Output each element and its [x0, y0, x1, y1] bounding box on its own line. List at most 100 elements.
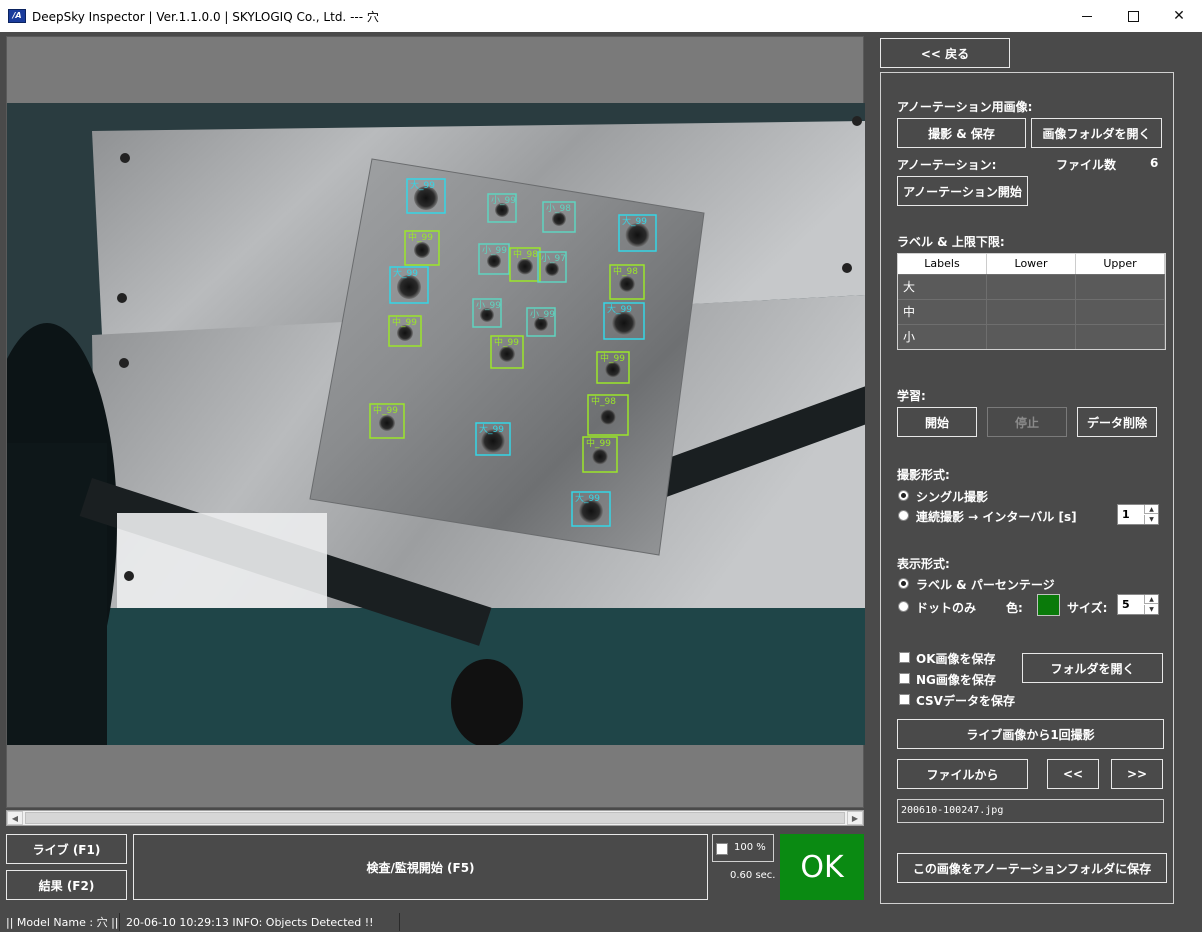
hole-mark [414, 242, 430, 258]
hole-mark [545, 262, 559, 276]
table-cell-lower[interactable] [987, 325, 1076, 349]
detection-label: 中_98 [513, 248, 538, 260]
learning-heading: 学習: [897, 389, 926, 403]
table-row[interactable]: 中 [898, 299, 1165, 324]
capture-save-button[interactable]: 撮影 & 保存 [897, 118, 1026, 148]
detection-label: 小_99 [530, 309, 555, 320]
table-row[interactable]: 小 [898, 324, 1165, 349]
label-percentage-radio[interactable] [898, 578, 909, 589]
hole-mark [600, 409, 616, 425]
interval-value: 1 [1122, 508, 1130, 521]
detection-label: 大_99 [607, 303, 632, 315]
table-cell-upper[interactable] [1076, 300, 1165, 324]
window-title: DeepSky Inspector | Ver.1.1.0.0 | SKYLOG… [32, 9, 379, 24]
inspection-time: 0.60 sec. [730, 870, 776, 881]
minimize-icon[interactable] [1064, 0, 1110, 32]
save-ng-label: NG画像を保存 [916, 673, 996, 687]
back-button[interactable]: << 戻る [880, 38, 1010, 68]
table-header: Labels Lower Upper [898, 254, 1165, 274]
table-cell-label: 小 [898, 325, 987, 349]
next-file-button[interactable]: >> [1111, 759, 1163, 789]
table-cell-upper[interactable] [1076, 275, 1165, 299]
dot-color-swatch[interactable] [1037, 594, 1060, 616]
annotation-image-heading: アノーテーション用画像: [897, 100, 1033, 114]
previous-file-button[interactable]: << [1047, 759, 1099, 789]
detection-label: 中_99 [600, 352, 625, 364]
delete-data-button[interactable]: データ削除 [1077, 407, 1157, 437]
open-folder-button[interactable]: フォルダを開く [1022, 653, 1163, 683]
continuous-capture-label: 連続撮影 → インターバル [s] [916, 510, 1077, 524]
detection-label: 大_99 [575, 492, 600, 504]
capture-mode-heading: 撮影形式: [897, 468, 950, 482]
size-value: 5 [1122, 598, 1130, 611]
scroll-left-icon[interactable]: ◀ [7, 811, 23, 825]
labels-table[interactable]: Labels Lower Upper 大 中 小 [897, 253, 1166, 350]
table-row[interactable]: 大 [898, 274, 1165, 299]
file-count-value: 6 [1150, 156, 1159, 170]
result-button[interactable]: 結果 (F2) [6, 870, 127, 900]
hole-mark [552, 212, 566, 226]
hole-mark [619, 276, 635, 292]
annotation-start-button[interactable]: アノーテーション開始 [897, 176, 1028, 206]
single-capture-label: シングル撮影 [916, 490, 989, 504]
display-mode-heading: 表示形式: [897, 557, 950, 571]
live-button[interactable]: ライブ (F1) [6, 834, 127, 864]
hole-mark [487, 254, 501, 268]
status-message: 20-06-10 10:29:13 INFO: Objects Detected… [120, 913, 400, 931]
table-cell-lower[interactable] [987, 300, 1076, 324]
color-label: 色: [1006, 601, 1023, 615]
stepper-down-icon[interactable]: ▼ [1144, 515, 1158, 524]
table-cell-upper[interactable] [1076, 325, 1165, 349]
detection-label: 中_99 [373, 404, 398, 416]
annotation-heading: アノーテーション: [897, 158, 997, 172]
continuous-capture-radio[interactable] [898, 510, 909, 521]
detection-label: 中_99 [392, 316, 417, 328]
save-ok-label: OK画像を保存 [916, 652, 996, 666]
detection-label: 大_99 [622, 215, 647, 227]
detection-label: 大_99 [479, 423, 504, 435]
save-ok-checkbox[interactable] [899, 652, 910, 663]
file-name-field[interactable]: 200610-100247.jpg [897, 799, 1164, 823]
size-stepper[interactable]: 5 ▲ ▼ [1117, 594, 1159, 615]
detection-label: 小_99 [482, 245, 507, 256]
maximize-icon[interactable] [1110, 0, 1156, 32]
detection-label: 中_99 [586, 437, 611, 449]
detection-label: 中_99 [494, 336, 519, 348]
capture-once-button[interactable]: ライブ画像から1回撮影 [897, 719, 1164, 749]
horizontal-scrollbar[interactable]: ◀ ▶ [6, 810, 864, 826]
save-ng-checkbox[interactable] [899, 673, 910, 684]
close-icon[interactable]: ✕ [1156, 0, 1202, 32]
save-to-annotation-button[interactable]: この画像をアノーテーションフォルダに保存 [897, 853, 1167, 883]
file-count-label: ファイル数 [1056, 158, 1117, 172]
stepper-up-icon[interactable]: ▲ [1144, 505, 1158, 514]
col-upper: Upper [1076, 254, 1165, 274]
open-image-folder-button[interactable]: 画像フォルダを開く [1031, 118, 1162, 148]
col-lower: Lower [987, 254, 1076, 274]
stepper-down-icon[interactable]: ▼ [1144, 605, 1158, 614]
image-viewer[interactable]: 大_99 小_99 小_98 大_99 中_99 小_99 中_98 小_97 大_99 中_98… [6, 36, 865, 808]
inspect-start-button[interactable]: 検査/監視開始 (F5) [133, 834, 708, 900]
scroll-right-icon[interactable]: ▶ [847, 811, 863, 825]
title-bar: /A DeepSky Inspector | Ver.1.1.0.0 | SKY… [0, 0, 1202, 32]
table-cell-label: 中 [898, 300, 987, 324]
zoom-checkbox[interactable] [716, 843, 728, 855]
single-capture-radio[interactable] [898, 490, 909, 501]
interval-stepper[interactable]: 1 ▲ ▼ [1117, 504, 1159, 525]
learning-stop-button[interactable]: 停止 [987, 407, 1067, 437]
save-csv-checkbox[interactable] [899, 694, 910, 705]
from-file-button[interactable]: ファイルから [897, 759, 1028, 789]
dot-only-radio[interactable] [898, 601, 909, 612]
app-logo-icon: /A [8, 9, 26, 23]
result-ok-indicator: OK [780, 834, 864, 900]
scroll-thumb[interactable] [25, 812, 845, 824]
save-csv-label: CSVデータを保存 [916, 694, 1015, 708]
detection-label: 小_97 [541, 253, 566, 264]
learning-start-button[interactable]: 開始 [897, 407, 977, 437]
col-labels: Labels [898, 254, 987, 274]
stepper-up-icon[interactable]: ▲ [1144, 595, 1158, 604]
table-cell-label: 大 [898, 275, 987, 299]
table-cell-lower[interactable] [987, 275, 1076, 299]
hole-mark [592, 448, 608, 465]
zoom-level: 100 % [734, 842, 766, 853]
detection-label: 小_99 [491, 195, 516, 206]
